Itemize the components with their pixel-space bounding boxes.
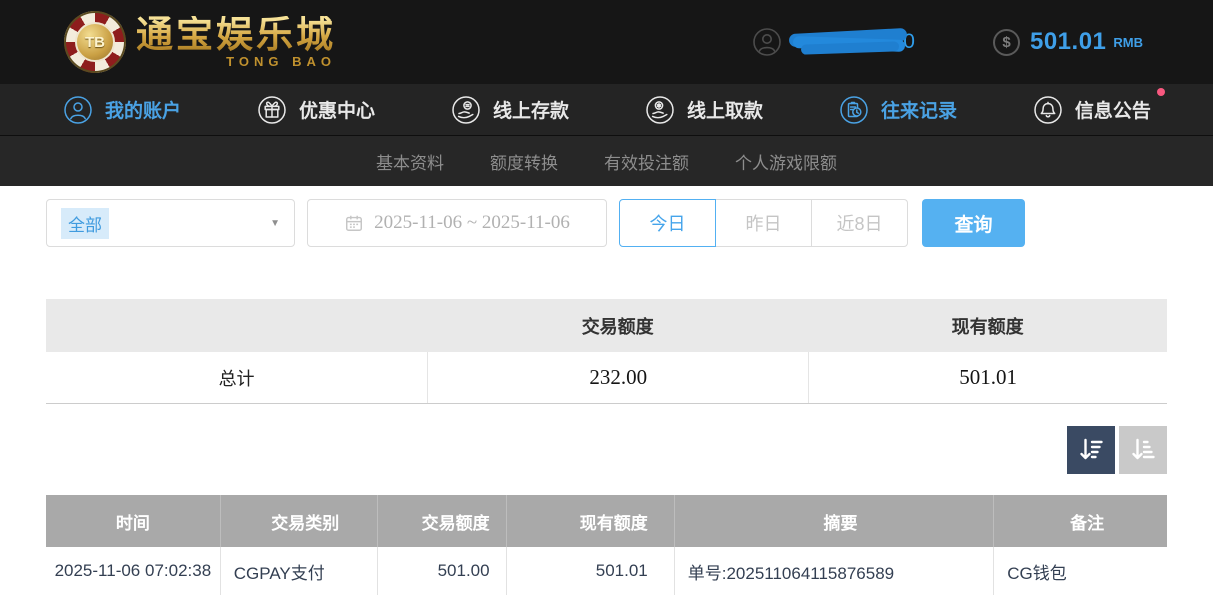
- main-content: 全部 ▼ 2025-11-06 ~ 2025-11-06 今日 昨日 近8日 查…: [0, 199, 1213, 595]
- caret-down-icon: ▼: [270, 218, 280, 229]
- sort-controls: [46, 426, 1167, 474]
- sort-descending-button[interactable]: [1067, 426, 1115, 474]
- balance-display[interactable]: $ 501.01 RMB: [993, 28, 1143, 56]
- nav-item-withdraw[interactable]: 线上取款: [644, 94, 763, 126]
- records-header-row: 时间 交易类别 交易额度 现有额度 摘要 备注: [46, 495, 1167, 547]
- records-table: 时间 交易类别 交易额度 现有额度 摘要 备注 2025-11-06 07:02…: [46, 495, 1167, 595]
- gift-icon: [256, 94, 288, 126]
- withdraw-coin-hand-icon: [644, 94, 676, 126]
- sort-ascending-icon: [1128, 435, 1158, 465]
- quick-date-buttons: 今日 昨日 近8日: [619, 199, 908, 247]
- main-navigation: 我的账户 优惠中心 线上存款 线上取款: [0, 84, 1213, 136]
- account-sub-navigation: 基本资料 额度转换 有效投注额 个人游戏限额: [0, 136, 1213, 186]
- filter-bar: 全部 ▼ 2025-11-06 ~ 2025-11-06 今日 昨日 近8日 查…: [46, 199, 1167, 247]
- summary-header-transaction-amount: 交易额度: [427, 313, 808, 339]
- col-header-time: 时间: [46, 495, 220, 547]
- nav-item-my-account[interactable]: 我的账户: [62, 94, 181, 126]
- summary-total-label: 总计: [46, 352, 427, 403]
- subnav-item-valid-bets[interactable]: 有效投注额: [604, 149, 689, 174]
- casino-chip-logo-icon: TB: [64, 11, 126, 73]
- summary-total-transaction: 232.00: [427, 352, 808, 403]
- username-display[interactable]: 0: [751, 26, 915, 58]
- summary-header-row: 交易额度 现有额度: [46, 299, 1167, 352]
- nav-label: 我的账户: [105, 96, 181, 123]
- table-row: 2025-11-06 07:02:38 CGPAY支付 501.00 501.0…: [46, 547, 1167, 595]
- nav-label: 线上存款: [493, 96, 569, 123]
- balance-amount: 501.01: [1030, 28, 1106, 56]
- summary-total-balance: 501.01: [808, 352, 1167, 403]
- user-icon: [751, 26, 783, 58]
- date-range-value: 2025-11-06 ~ 2025-11-06: [374, 212, 570, 234]
- col-header-summary: 摘要: [674, 495, 993, 547]
- calendar-icon: [344, 213, 364, 233]
- nav-item-transaction-records[interactable]: 往来记录: [838, 94, 957, 126]
- col-header-remarks: 备注: [993, 495, 1167, 547]
- brand-name-cn: 通宝娱乐城: [136, 16, 336, 53]
- dollar-coin-icon: $: [993, 29, 1020, 56]
- nav-item-promotions[interactable]: 优惠中心: [256, 94, 375, 126]
- brand-logo[interactable]: TB 通宝娱乐城 TONG BAO: [64, 11, 336, 73]
- summary-total-row: 总计 232.00 501.01: [46, 352, 1167, 404]
- notification-dot: [1157, 88, 1165, 96]
- summary-header-current-amount: 现有额度: [808, 313, 1167, 339]
- transaction-type-select[interactable]: 全部 ▼: [46, 199, 295, 247]
- records-clipboard-clock-icon: [838, 94, 870, 126]
- sort-descending-icon: [1076, 435, 1106, 465]
- cell-summary: 单号:202511064115876589: [674, 547, 993, 595]
- subnav-item-credit-transfer[interactable]: 额度转换: [490, 149, 558, 174]
- cell-time: 2025-11-06 07:02:38: [46, 547, 220, 595]
- yesterday-button[interactable]: 昨日: [715, 199, 812, 247]
- chip-initials: TB: [75, 22, 115, 62]
- subnav-item-personal-game-limit[interactable]: 个人游戏限额: [735, 149, 837, 174]
- cell-remarks: CG钱包: [993, 547, 1167, 595]
- last-8-days-button[interactable]: 近8日: [811, 199, 908, 247]
- nav-item-announcements[interactable]: 信息公告: [1032, 94, 1151, 126]
- bell-icon: [1032, 94, 1064, 126]
- username-redaction-scribble: [789, 29, 907, 55]
- nav-label: 往来记录: [881, 96, 957, 123]
- brand-text: 通宝娱乐城 TONG BAO: [136, 16, 336, 68]
- user-area: 0 $ 501.01 RMB: [751, 26, 1143, 58]
- nav-item-deposit[interactable]: 线上存款: [450, 94, 569, 126]
- sort-ascending-button[interactable]: [1119, 426, 1167, 474]
- col-header-current-amount: 现有额度: [506, 495, 674, 547]
- summary-table: 交易额度 现有额度 总计 232.00 501.01: [46, 299, 1167, 404]
- date-range-input[interactable]: 2025-11-06 ~ 2025-11-06: [307, 199, 607, 247]
- col-header-transaction-amount: 交易额度: [377, 495, 506, 547]
- selected-type-value: 全部: [61, 208, 109, 239]
- subnav-item-basic-info[interactable]: 基本资料: [376, 149, 444, 174]
- brand-name-en: TONG BAO: [226, 55, 336, 68]
- today-button[interactable]: 今日: [619, 199, 716, 247]
- nav-label: 信息公告: [1075, 96, 1151, 123]
- cell-transaction-amount: 501.00: [377, 547, 506, 595]
- col-header-type: 交易类别: [220, 495, 377, 547]
- deposit-coin-hand-icon: [450, 94, 482, 126]
- cell-current-amount: 501.01: [506, 547, 674, 595]
- cell-type: CGPAY支付: [220, 547, 377, 595]
- nav-label: 线上取款: [687, 96, 763, 123]
- dollar-glyph: $: [1002, 34, 1010, 51]
- top-header: TB 通宝娱乐城 TONG BAO 0 $ 501.01 RMB: [0, 0, 1213, 84]
- nav-label: 优惠中心: [299, 96, 375, 123]
- query-button[interactable]: 查询: [922, 199, 1025, 247]
- balance-currency: RMB: [1113, 35, 1143, 50]
- account-person-icon: [62, 94, 94, 126]
